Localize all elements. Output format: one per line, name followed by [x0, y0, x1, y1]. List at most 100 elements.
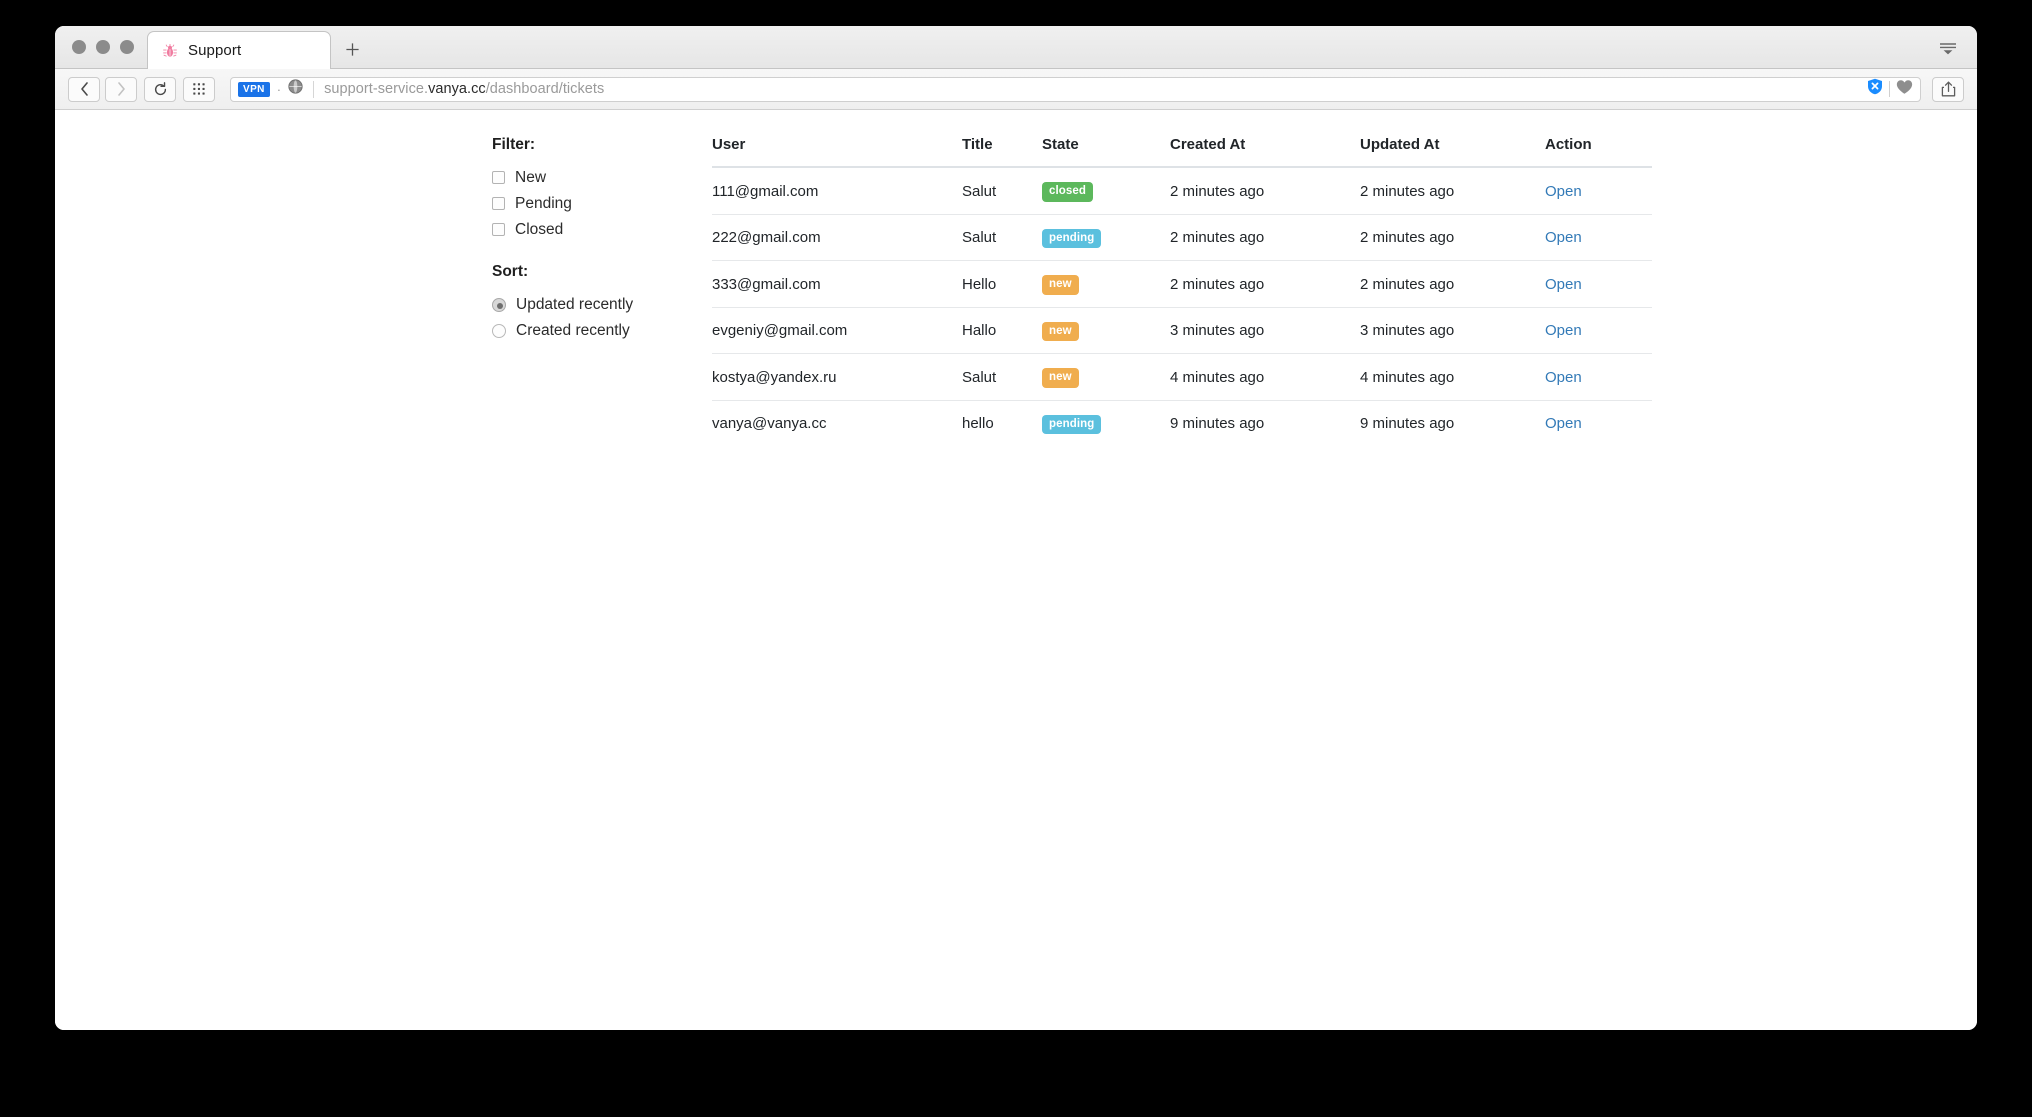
radio-created-recently[interactable]: [492, 324, 506, 338]
checkbox-closed[interactable]: [492, 223, 505, 236]
cell-user: evgeniy@gmail.com: [712, 307, 962, 354]
filter-sort-panel: Filter: New Pending Closed Sort: Updated: [492, 136, 704, 446]
cell-created-at: 2 minutes ago: [1170, 261, 1360, 308]
status-badge: new: [1042, 322, 1079, 342]
browser-window: Support: [55, 26, 1977, 1030]
share-button[interactable]: [1932, 77, 1964, 102]
url-prefix: support-service.: [324, 81, 428, 97]
minimize-window-button[interactable]: [96, 40, 110, 54]
sort-heading: Sort:: [492, 263, 704, 281]
radio-updated-recently[interactable]: [492, 298, 506, 312]
cell-action: Open: [1545, 400, 1652, 446]
column-header-action: Action: [1545, 136, 1652, 167]
cell-state: new: [1042, 354, 1170, 401]
filter-option-closed[interactable]: Closed: [492, 217, 704, 242]
cell-state: new: [1042, 261, 1170, 308]
forward-button[interactable]: [105, 77, 137, 102]
cell-action: Open: [1545, 214, 1652, 261]
sort-label-created-recently: Created recently: [516, 323, 630, 339]
filter-label-pending: Pending: [515, 196, 572, 212]
globe-icon[interactable]: [288, 79, 303, 99]
heart-icon[interactable]: [1896, 79, 1913, 100]
cell-action: Open: [1545, 167, 1652, 214]
open-ticket-link[interactable]: Open: [1545, 369, 1582, 386]
column-header-user: User: [712, 136, 962, 167]
apps-grid-button[interactable]: [183, 77, 215, 102]
new-tab-button[interactable]: [331, 30, 373, 68]
cell-state: pending: [1042, 400, 1170, 446]
column-header-state: State: [1042, 136, 1170, 167]
navigation-buttons: [68, 77, 137, 102]
table-row: evgeniy@gmail.comHallonew3 minutes ago3 …: [712, 307, 1652, 354]
cell-title: Hello: [962, 261, 1042, 308]
status-badge: pending: [1042, 415, 1101, 435]
checkbox-pending[interactable]: [492, 197, 505, 210]
icon-divider: [1889, 81, 1890, 97]
cell-user: 222@gmail.com: [712, 214, 962, 261]
open-ticket-link[interactable]: Open: [1545, 415, 1582, 432]
column-header-title: Title: [962, 136, 1042, 167]
cell-title: Salut: [962, 214, 1042, 261]
cell-created-at: 3 minutes ago: [1170, 307, 1360, 354]
cell-user: 111@gmail.com: [712, 167, 962, 214]
table-row: 333@gmail.comHellonew2 minutes ago2 minu…: [712, 261, 1652, 308]
sidebar-toggle-button[interactable]: [1935, 37, 1961, 59]
chevron-right-icon: [117, 82, 126, 96]
dashboard-layout: Filter: New Pending Closed Sort: Updated: [55, 110, 1977, 446]
plus-icon: [345, 42, 360, 57]
open-ticket-link[interactable]: Open: [1545, 183, 1582, 200]
table-row: 111@gmail.comSalutclosed2 minutes ago2 m…: [712, 167, 1652, 214]
cell-updated-at: 4 minutes ago: [1360, 354, 1545, 401]
status-badge: new: [1042, 275, 1079, 295]
cell-updated-at: 2 minutes ago: [1360, 261, 1545, 308]
cell-updated-at: 2 minutes ago: [1360, 214, 1545, 261]
filter-option-pending[interactable]: Pending: [492, 191, 704, 216]
sort-label-updated-recently: Updated recently: [516, 297, 633, 313]
column-header-updated-at: Updated At: [1360, 136, 1545, 167]
share-icon: [1941, 81, 1956, 97]
tab-support[interactable]: Support: [147, 31, 331, 69]
filter-label-closed: Closed: [515, 222, 563, 238]
table-header-row: User Title State Created At Updated At A…: [712, 136, 1652, 167]
back-button[interactable]: [68, 77, 100, 102]
cell-updated-at: 2 minutes ago: [1360, 167, 1545, 214]
tickets-table-body: 111@gmail.comSalutclosed2 minutes ago2 m…: [712, 167, 1652, 446]
close-window-button[interactable]: [72, 40, 86, 54]
reload-button[interactable]: [144, 77, 176, 102]
cell-title: hello: [962, 400, 1042, 446]
sort-option-created-recently[interactable]: Created recently: [492, 318, 704, 343]
tickets-table-head: User Title State Created At Updated At A…: [712, 136, 1652, 167]
open-ticket-link[interactable]: Open: [1545, 276, 1582, 293]
cell-user: vanya@vanya.cc: [712, 400, 962, 446]
maximize-window-button[interactable]: [120, 40, 134, 54]
cell-user: kostya@yandex.ru: [712, 354, 962, 401]
open-ticket-link[interactable]: Open: [1545, 229, 1582, 246]
sidebar-toggle-icon: [1938, 40, 1958, 56]
page-content: Filter: New Pending Closed Sort: Updated: [55, 110, 1977, 1030]
filter-option-new[interactable]: New: [492, 165, 704, 190]
url-domain: vanya.cc: [428, 81, 486, 97]
filter-label-new: New: [515, 170, 546, 186]
url-divider: [313, 81, 314, 98]
table-row: kostya@yandex.ruSalutnew4 minutes ago4 m…: [712, 354, 1652, 401]
table-row: vanya@vanya.cchellopending9 minutes ago9…: [712, 400, 1652, 446]
open-ticket-link[interactable]: Open: [1545, 322, 1582, 339]
column-header-created-at: Created At: [1170, 136, 1360, 167]
cell-updated-at: 3 minutes ago: [1360, 307, 1545, 354]
shield-x-icon[interactable]: [1867, 78, 1883, 100]
apps-grid-icon: [192, 82, 206, 96]
tab-title: Support: [188, 42, 241, 59]
vpn-badge: VPN: [238, 82, 270, 97]
cell-state: pending: [1042, 214, 1170, 261]
chevron-left-icon: [80, 82, 89, 96]
sort-option-updated-recently[interactable]: Updated recently: [492, 292, 704, 317]
cell-action: Open: [1545, 354, 1652, 401]
cell-created-at: 4 minutes ago: [1170, 354, 1360, 401]
cell-action: Open: [1545, 307, 1652, 354]
url-bar[interactable]: VPN · support-service.vanya.cc/dashboard…: [230, 77, 1921, 102]
checkbox-new[interactable]: [492, 171, 505, 184]
cell-state: new: [1042, 307, 1170, 354]
tickets-table-container: User Title State Created At Updated At A…: [712, 136, 1652, 446]
table-row: 222@gmail.comSalutpending2 minutes ago2 …: [712, 214, 1652, 261]
cell-title: Salut: [962, 354, 1042, 401]
